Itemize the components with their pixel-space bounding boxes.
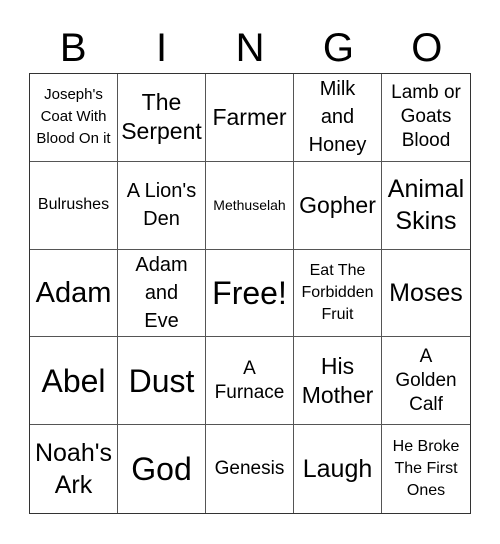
bingo-cell[interactable]: The Serpent bbox=[118, 74, 206, 162]
bingo-cell[interactable]: Adam bbox=[30, 249, 118, 338]
cell-text: Dust bbox=[128, 362, 195, 399]
bingo-cell[interactable]: Moses bbox=[382, 250, 470, 338]
cell-text: Abel bbox=[41, 362, 106, 399]
free-space[interactable]: Free! bbox=[206, 249, 294, 338]
cell-text: The Serpent bbox=[121, 89, 202, 145]
bingo-cell[interactable]: Eat The Forbidden Fruit bbox=[294, 249, 382, 338]
cell-text: Bulrushes bbox=[37, 196, 110, 214]
bingo-grid: Joseph's Coat With Blood On it The Serpe… bbox=[29, 73, 471, 514]
bingo-cell[interactable]: He Broke The First Ones bbox=[382, 425, 470, 513]
cell-text: Lamb or Goats Blood bbox=[391, 82, 461, 152]
bingo-cell[interactable]: His Mother bbox=[294, 337, 382, 426]
cell-text: Moses bbox=[389, 278, 463, 307]
cell-text: He Broke The First Ones bbox=[392, 438, 460, 500]
bingo-cell[interactable]: A Golden Calf bbox=[382, 337, 470, 426]
bingo-cell[interactable]: Bulrushes bbox=[30, 161, 118, 250]
bingo-cell[interactable]: Joseph's Coat With Blood On it bbox=[30, 74, 118, 162]
cell-text: Free! bbox=[212, 274, 287, 311]
bingo-cell[interactable]: Dust bbox=[118, 337, 206, 426]
bingo-cell[interactable]: A Lion's Den bbox=[118, 161, 206, 250]
bingo-cell[interactable]: God bbox=[118, 425, 206, 513]
bingo-cell[interactable]: Adam and Eve bbox=[118, 249, 206, 338]
cell-text: A Furnace bbox=[214, 357, 285, 403]
bingo-header: B I N G O bbox=[29, 24, 471, 72]
bingo-cell[interactable]: Farmer bbox=[206, 74, 294, 162]
cell-text: Adam and Eve bbox=[135, 253, 188, 332]
bingo-cell[interactable]: Animal Skins bbox=[382, 162, 470, 250]
bingo-cell[interactable]: Lamb or Goats Blood bbox=[382, 74, 470, 162]
header-letter-g: G bbox=[322, 26, 354, 70]
cell-text: Animal Skins bbox=[387, 175, 465, 236]
cell-text: Gopher bbox=[299, 191, 376, 218]
bingo-cell[interactable]: Laugh bbox=[294, 425, 382, 513]
bingo-cell[interactable]: Noah's Ark bbox=[30, 425, 118, 513]
bingo-cell[interactable]: Gopher bbox=[294, 161, 382, 250]
cell-text: Farmer bbox=[212, 103, 287, 130]
cell-text: A Lion's Den bbox=[126, 180, 197, 231]
cell-text: Laugh bbox=[302, 455, 373, 484]
cell-text: Eat The Forbidden Fruit bbox=[301, 261, 374, 323]
header-letter-o: O bbox=[411, 26, 443, 70]
bingo-cell[interactable]: Methuselah bbox=[206, 161, 294, 250]
cell-text: Noah's Ark bbox=[34, 439, 113, 500]
cell-text: His Mother bbox=[301, 352, 374, 408]
header-letter-n: N bbox=[235, 26, 265, 70]
bingo-cell[interactable]: A Furnace bbox=[206, 337, 294, 426]
bingo-cell[interactable]: Abel bbox=[30, 337, 118, 426]
header-letter-i: I bbox=[156, 26, 168, 70]
cell-text: Milk and Honey bbox=[308, 78, 367, 157]
cell-text: A Golden Calf bbox=[395, 345, 457, 415]
header-letter-b: B bbox=[59, 26, 87, 70]
cell-text: God bbox=[131, 451, 192, 488]
cell-text: Genesis bbox=[214, 458, 285, 480]
bingo-cell[interactable]: Genesis bbox=[206, 425, 294, 513]
cell-text: Joseph's Coat With Blood On it bbox=[36, 86, 111, 148]
bingo-cell[interactable]: Milk and Honey bbox=[294, 74, 382, 162]
cell-text: Adam bbox=[35, 276, 112, 309]
cell-text: Methuselah bbox=[213, 196, 286, 213]
